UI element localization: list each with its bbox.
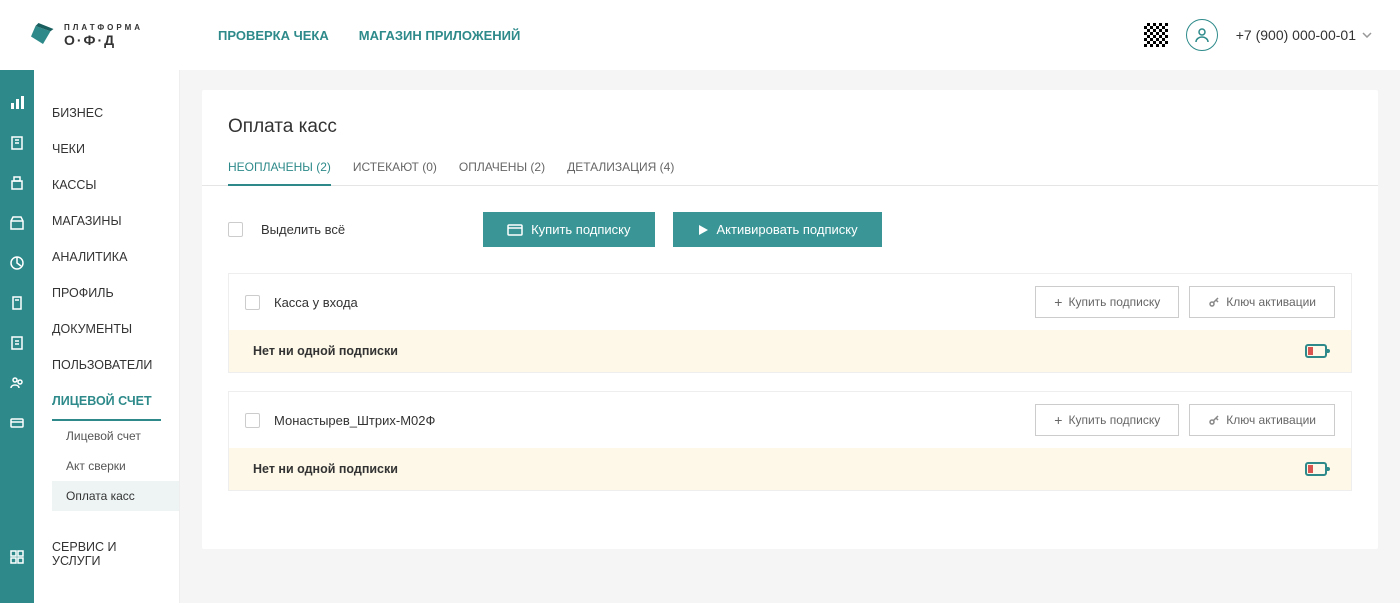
tabs: НЕОПЛАЧЕНЫ (2) ИСТЕКАЮТ (0) ОПЛАЧЕНЫ (2)… xyxy=(202,160,1378,186)
kkt-key-button[interactable]: Ключ активации xyxy=(1189,286,1335,318)
link-check-receipt[interactable]: ПРОВЕРКА ЧЕКА xyxy=(218,28,329,43)
key-icon xyxy=(1208,296,1220,308)
link-app-store[interactable]: МАГАЗИН ПРИЛОЖЕНИЙ xyxy=(359,28,521,43)
card-icon xyxy=(507,224,523,236)
activate-subscription-button[interactable]: Активировать подписку xyxy=(673,212,882,247)
buy-subscription-button[interactable]: Купить подписку xyxy=(483,212,654,247)
sidebar-item-business[interactable]: БИЗНЕС xyxy=(34,95,179,131)
tab-unpaid[interactable]: НЕОПЛАЧЕНЫ (2) xyxy=(228,160,331,186)
sidebar-item-users[interactable]: ПОЛЬЗОВАТЕЛИ xyxy=(34,347,179,383)
sidebar-item-documents[interactable]: ДОКУМЕНТЫ xyxy=(34,311,179,347)
sub-item-akt[interactable]: Акт сверки xyxy=(52,451,179,481)
chevron-down-icon xyxy=(1362,32,1372,38)
rail-services-icon[interactable] xyxy=(9,549,25,565)
icon-rail xyxy=(0,0,34,603)
sidebar-item-kkt[interactable]: КАССЫ xyxy=(34,167,179,203)
rail-kkt-icon[interactable] xyxy=(9,175,25,191)
logo-platform-text: ПЛАТФОРМА xyxy=(64,23,143,32)
rail-users-icon[interactable] xyxy=(9,375,25,391)
tab-expiring[interactable]: ИСТЕКАЮТ (0) xyxy=(353,160,437,185)
play-icon xyxy=(697,224,709,236)
kkt-row: Касса у входа +Купить подписку Ключ акти… xyxy=(228,273,1352,330)
rail-stores-icon[interactable] xyxy=(9,215,25,231)
kkt-checkbox[interactable] xyxy=(245,295,260,310)
phone-number: +7 (900) 000-00-01 xyxy=(1236,27,1356,43)
no-subscription-banner: Нет ни одной подписки xyxy=(228,448,1352,491)
top-links: ПРОВЕРКА ЧЕКА МАГАЗИН ПРИЛОЖЕНИЙ xyxy=(218,28,520,43)
no-subscription-text: Нет ни одной подписки xyxy=(253,344,398,358)
qr-icon[interactable] xyxy=(1144,23,1168,47)
sidebar-item-services[interactable]: СЕРВИС И УСЛУГИ xyxy=(34,529,179,579)
sub-item-payment[interactable]: Оплата касс xyxy=(52,481,179,511)
rail-documents-icon[interactable] xyxy=(9,335,25,351)
page-title: Оплата касс xyxy=(202,116,1378,160)
rail-analytics-icon[interactable] xyxy=(9,255,25,271)
sidebar-item-analytics[interactable]: АНАЛИТИКА xyxy=(34,239,179,275)
person-icon xyxy=(1194,27,1210,43)
rail-business-icon[interactable] xyxy=(9,95,25,111)
phone-dropdown[interactable]: +7 (900) 000-00-01 xyxy=(1236,27,1372,43)
sidebar: БИЗНЕС ЧЕКИ КАССЫ МАГАЗИНЫ АНАЛИТИКА ПРО… xyxy=(34,0,180,603)
sidebar-item-receipts[interactable]: ЧЕКИ xyxy=(34,131,179,167)
logo-icon xyxy=(28,20,58,50)
sub-item-account[interactable]: Лицевой счет xyxy=(52,421,179,451)
kkt-key-button[interactable]: Ключ активации xyxy=(1189,404,1335,436)
battery-low-icon xyxy=(1305,344,1327,358)
kkt-buy-button[interactable]: +Купить подписку xyxy=(1035,404,1179,436)
main-content: Оплата касс НЕОПЛАЧЕНЫ (2) ИСТЕКАЮТ (0) … xyxy=(180,0,1400,603)
tab-detail[interactable]: ДЕТАЛИЗАЦИЯ (4) xyxy=(567,160,674,185)
tab-paid[interactable]: ОПЛАЧЕНЫ (2) xyxy=(459,160,545,185)
logo-brand-text: О·Ф·Д xyxy=(64,32,143,48)
rail-profile-icon[interactable] xyxy=(9,295,25,311)
kkt-name: Монастырев_Штрих-М02Ф xyxy=(274,413,435,428)
battery-low-icon xyxy=(1305,462,1327,476)
rail-account-icon[interactable] xyxy=(9,415,25,431)
kkt-row: Монастырев_Штрих-М02Ф +Купить подписку К… xyxy=(228,391,1352,448)
key-icon xyxy=(1208,414,1220,426)
sidebar-item-account[interactable]: ЛИЦЕВОЙ СЧЕТ xyxy=(52,383,161,421)
kkt-name: Касса у входа xyxy=(274,295,358,310)
select-all-checkbox[interactable] xyxy=(228,222,243,237)
select-all-label: Выделить всё xyxy=(261,222,345,237)
rail-receipts-icon[interactable] xyxy=(9,135,25,151)
sidebar-item-profile[interactable]: ПРОФИЛЬ xyxy=(34,275,179,311)
no-subscription-text: Нет ни одной подписки xyxy=(253,462,398,476)
kkt-buy-button[interactable]: +Купить подписку xyxy=(1035,286,1179,318)
plus-icon: + xyxy=(1054,294,1062,310)
sidebar-item-stores[interactable]: МАГАЗИНЫ xyxy=(34,203,179,239)
kkt-checkbox[interactable] xyxy=(245,413,260,428)
no-subscription-banner: Нет ни одной подписки xyxy=(228,330,1352,373)
plus-icon: + xyxy=(1054,412,1062,428)
topbar: ПЛАТФОРМА О·Ф·Д ПРОВЕРКА ЧЕКА МАГАЗИН ПР… xyxy=(0,0,1400,70)
user-avatar-icon[interactable] xyxy=(1186,19,1218,51)
logo[interactable]: ПЛАТФОРМА О·Ф·Д xyxy=(28,20,178,50)
